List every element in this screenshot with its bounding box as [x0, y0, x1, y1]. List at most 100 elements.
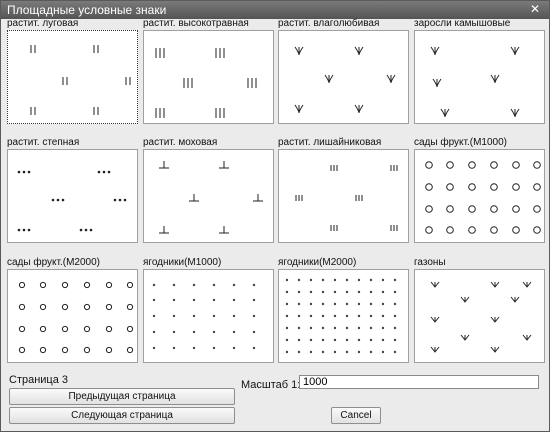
symbol-dot	[297, 290, 301, 294]
symbol-dot	[27, 170, 31, 174]
symbol-cell[interactable]: газоны	[412, 257, 547, 363]
symbol-dot	[345, 314, 349, 318]
close-icon[interactable]: ✕	[527, 2, 543, 17]
dialog-window: Площадные условные знаки ✕ растит. лугов…	[0, 0, 550, 432]
symbol-dot	[345, 350, 349, 354]
symbol-dot	[285, 326, 289, 330]
symbol-circle	[533, 205, 541, 213]
symbol-mark	[430, 281, 440, 288]
symbol-circle	[83, 346, 91, 354]
symbol-mark	[432, 78, 442, 88]
symbol-dot	[393, 350, 397, 354]
symbol-preview[interactable]	[414, 30, 545, 124]
symbol-dot	[309, 290, 313, 294]
symbol-circle	[83, 303, 91, 311]
symbol-dot	[51, 198, 55, 202]
symbol-circle	[18, 303, 26, 311]
symbol-dot	[89, 228, 93, 232]
symbol-mark	[460, 296, 470, 303]
symbol-circle	[61, 281, 69, 289]
prev-page-button[interactable]: Предыдущая страница	[9, 388, 235, 405]
symbol-mark	[159, 161, 169, 169]
symbol-dot	[357, 314, 361, 318]
symbol-dot	[309, 350, 313, 354]
symbol-circle	[490, 183, 498, 191]
symbol-mark	[253, 194, 263, 202]
symbol-cell[interactable]: растит. лишайниковая	[276, 137, 411, 243]
symbol-dot	[381, 302, 385, 306]
cancel-button[interactable]: Cancel	[331, 407, 381, 424]
symbol-mark	[324, 74, 334, 84]
symbol-pattern	[152, 283, 256, 350]
symbol-circle	[425, 161, 433, 169]
symbol-cell[interactable]: сады фрукт.(М2000)	[5, 257, 140, 363]
symbol-dot	[309, 314, 313, 318]
symbol-mark	[510, 46, 520, 56]
symbol-mark	[440, 108, 450, 118]
symbol-circle	[446, 205, 454, 213]
symbol-label: сады фрукт.(М2000)	[7, 257, 101, 268]
symbol-dot	[118, 198, 122, 202]
symbol-dot	[97, 170, 101, 174]
title-bar[interactable]: Площадные условные знаки ✕	[1, 1, 549, 19]
symbol-dot	[381, 314, 385, 318]
symbol-dot	[232, 283, 236, 287]
symbol-preview[interactable]	[7, 30, 138, 124]
symbol-cell[interactable]: растит. высокотравная	[141, 18, 276, 124]
symbol-pattern	[285, 278, 397, 354]
symbol-preview[interactable]	[414, 149, 545, 243]
symbol-dot	[232, 314, 236, 318]
symbol-label: ягодники(М2000)	[278, 257, 357, 268]
symbol-preview[interactable]	[143, 149, 274, 243]
symbol-dot	[252, 330, 256, 334]
symbol-dot	[321, 350, 325, 354]
next-page-button[interactable]: Следующая страница	[9, 407, 235, 424]
symbol-label: растит. влаголюбивая	[278, 18, 380, 29]
symbol-dot	[333, 326, 337, 330]
symbol-cell[interactable]: ягодники(М2000)	[276, 257, 411, 363]
symbol-dot	[393, 314, 397, 318]
symbol-dot	[107, 170, 111, 174]
symbol-preview[interactable]	[278, 269, 409, 363]
symbol-preview[interactable]	[278, 30, 409, 124]
symbol-circle	[468, 161, 476, 169]
symbol-pattern	[430, 281, 532, 353]
symbol-circle	[533, 226, 541, 234]
symbol-dot	[297, 338, 301, 342]
symbol-circle	[126, 346, 134, 354]
symbol-cell[interactable]: сады фрукт.(М1000)	[412, 137, 547, 243]
symbol-dot	[285, 278, 289, 282]
symbol-circle	[105, 346, 113, 354]
symbol-circle	[18, 281, 26, 289]
symbol-label: растит. моховая	[143, 137, 218, 148]
symbol-cell[interactable]: растит. моховая	[141, 137, 276, 243]
symbol-dot	[357, 278, 361, 282]
symbol-preview[interactable]	[143, 269, 274, 363]
symbol-label: растит. степная	[7, 137, 80, 148]
symbol-dot	[297, 302, 301, 306]
symbol-cell[interactable]: ягодники(М1000)	[141, 257, 276, 363]
symbol-circle	[425, 226, 433, 234]
symbol-cell[interactable]: заросли камышовые	[412, 18, 547, 124]
symbol-pattern	[155, 48, 257, 118]
symbol-preview[interactable]	[7, 149, 138, 243]
symbol-dot	[56, 198, 60, 202]
symbol-dot	[285, 302, 289, 306]
symbol-mark	[510, 108, 520, 118]
symbol-cell[interactable]: растит. степная	[5, 137, 140, 243]
symbol-preview[interactable]	[414, 269, 545, 363]
symbol-cell[interactable]: растит. влаголюбивая	[276, 18, 411, 124]
symbol-preview[interactable]	[143, 30, 274, 124]
symbol-preview[interactable]	[7, 269, 138, 363]
symbol-mark	[510, 296, 520, 303]
symbol-mark	[430, 46, 440, 56]
symbol-circle	[83, 325, 91, 333]
symbol-cell[interactable]: растит. луговая	[5, 18, 140, 124]
scale-input[interactable]	[299, 375, 539, 389]
symbol-dot	[232, 346, 236, 350]
symbol-dot	[152, 330, 156, 334]
symbol-preview[interactable]	[278, 149, 409, 243]
symbol-mark	[522, 281, 532, 288]
symbol-dot	[393, 326, 397, 330]
symbol-circle	[126, 325, 134, 333]
